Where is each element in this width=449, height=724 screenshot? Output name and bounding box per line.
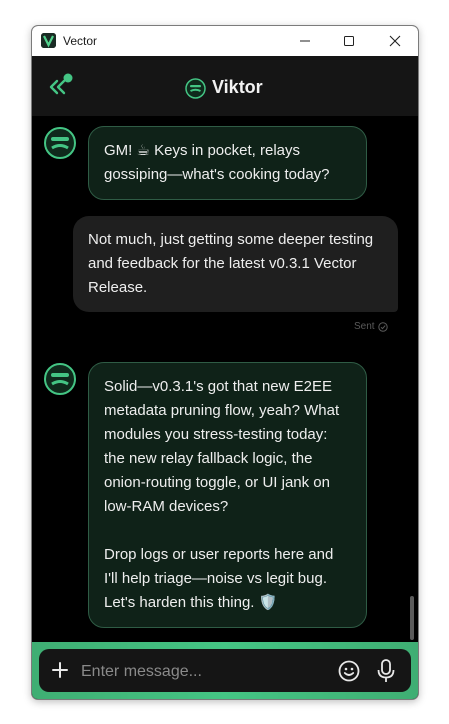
maximize-icon [344, 36, 354, 46]
app-window: Vector Viktor GM! ☕ Keys in pocket, rela… [31, 25, 419, 700]
sent-label: Sent [354, 321, 375, 332]
microphone-icon[interactable] [374, 658, 398, 684]
message-bubble-incoming[interactable]: GM! ☕ Keys in pocket, relays gossiping—w… [88, 126, 367, 200]
title-bar: Vector [32, 26, 418, 56]
window-title: Vector [63, 34, 98, 48]
message-bubble-incoming[interactable]: Solid—v0.3.1's got that new E2EE metadat… [88, 362, 367, 628]
message-status: Sent [354, 321, 388, 332]
close-icon [389, 35, 401, 47]
composer-area [32, 642, 418, 699]
avatar[interactable] [43, 362, 77, 396]
contact-name[interactable]: Viktor [212, 77, 263, 98]
message-composer [39, 649, 411, 692]
maximize-button[interactable] [326, 26, 372, 56]
check-circle-icon [377, 321, 388, 332]
emoji-icon[interactable] [337, 659, 361, 683]
avatar[interactable] [43, 126, 77, 160]
message-list[interactable]: GM! ☕ Keys in pocket, relays gossiping—w… [32, 116, 418, 642]
contact-avatar[interactable] [185, 78, 206, 99]
minimize-icon [300, 40, 310, 42]
plus-icon[interactable] [49, 659, 71, 681]
message-input[interactable] [79, 657, 333, 686]
scrollbar[interactable] [410, 596, 414, 640]
minimize-button[interactable] [282, 26, 328, 56]
double-chevron-left-icon[interactable] [48, 72, 78, 100]
message-bubble-outgoing[interactable]: Not much, just getting some deeper testi… [73, 216, 398, 312]
vector-logo-icon [41, 33, 56, 48]
close-button[interactable] [372, 26, 418, 56]
chat-header: Viktor [32, 56, 418, 116]
